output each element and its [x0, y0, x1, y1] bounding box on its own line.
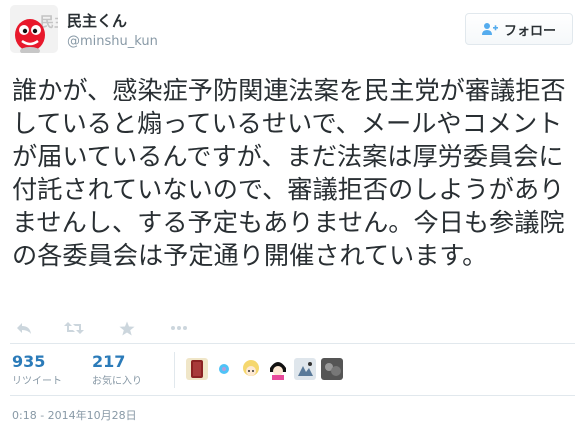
retweet-count: 935	[12, 352, 46, 371]
retweet-button[interactable]	[62, 319, 86, 337]
favoriter-avatar[interactable]	[294, 358, 316, 380]
divider	[10, 395, 575, 396]
stats-divider	[174, 352, 175, 388]
more-button[interactable]	[167, 319, 191, 337]
favorite-label: お気に入り	[92, 376, 142, 387]
retweet-icon	[64, 322, 84, 334]
tweet-header: 民主 民主くん @minshu_kun フォロー	[0, 0, 585, 60]
favoriter-avatar[interactable]	[267, 358, 289, 380]
fav-4-fill	[272, 375, 284, 380]
favorite-button[interactable]	[115, 319, 139, 337]
user-avatar-icon	[240, 358, 262, 380]
retweet-label: リツイート	[12, 376, 62, 387]
add-person-icon	[481, 23, 498, 35]
follow-button-label: フォロー	[503, 23, 556, 39]
favorite-stat[interactable]: 217 お気に入り	[92, 352, 142, 389]
tweet-timestamp[interactable]: 0:18 - 2014年10月28日	[12, 409, 137, 423]
divider	[10, 343, 575, 344]
mascot-icon: 民主	[10, 5, 58, 53]
favoriter-avatar[interactable]	[213, 358, 235, 380]
reply-button[interactable]	[12, 319, 36, 337]
display-name[interactable]: 民主くん	[67, 12, 127, 30]
star-icon	[119, 321, 135, 335]
user-avatar-icon	[321, 358, 343, 380]
tweet-text: 誰かが、感染症予防関連法案を民主党が審議拒否していると煽っているせいで、メールや…	[12, 76, 566, 270]
retweet-stat[interactable]: 935 リツイート	[12, 352, 62, 389]
favoriter-avatar[interactable]	[186, 358, 208, 380]
favoriters-list	[186, 358, 348, 380]
follow-button[interactable]: フォロー	[465, 13, 573, 45]
user-avatar-icon	[213, 358, 235, 380]
more-icon	[171, 326, 187, 330]
favoriter-avatar[interactable]	[321, 358, 343, 380]
favoriter-avatar[interactable]	[240, 358, 262, 380]
avatar[interactable]: 民主	[10, 5, 58, 53]
reply-icon	[17, 323, 31, 334]
user-avatar-icon	[294, 358, 316, 380]
screen-name[interactable]: @minshu_kun	[67, 34, 158, 50]
user-avatar-icon	[267, 358, 289, 380]
user-avatar-icon	[186, 358, 208, 380]
favorite-count: 217	[92, 352, 126, 371]
